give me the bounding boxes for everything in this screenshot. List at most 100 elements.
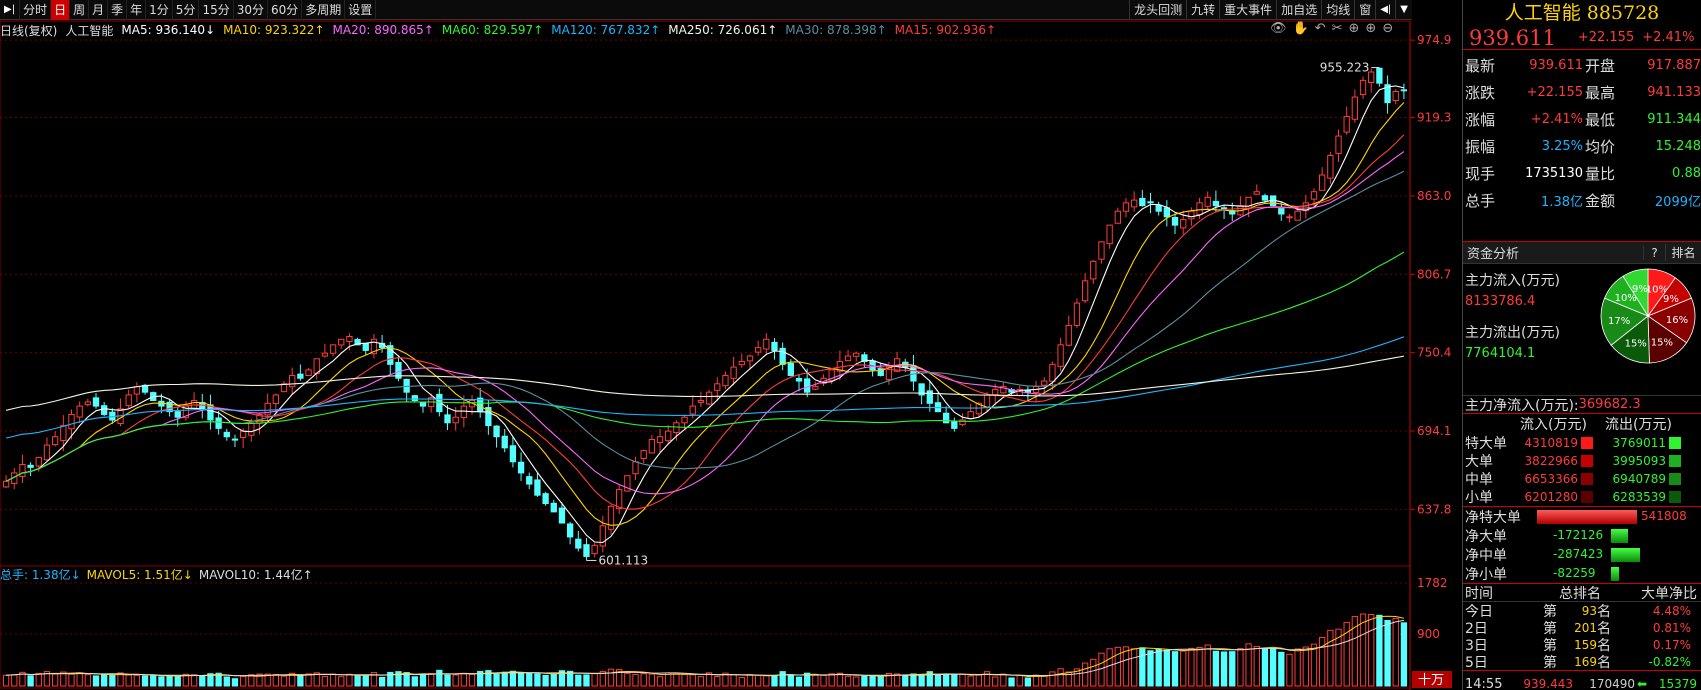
volume-bar (1041, 674, 1048, 687)
candle-body (1090, 260, 1097, 280)
candle-body (101, 405, 108, 415)
order-outflow: 3769011 (1612, 436, 1666, 450)
tick-price: 939.443 (1523, 677, 1573, 690)
price-pane-frame (0, 20, 1411, 567)
volume-bar (338, 676, 345, 687)
main-net-inflow: 主力净流入(万元): 369682.3 (1463, 396, 1701, 414)
volume-bar (125, 674, 132, 687)
quote-panel: 人工智能 885728 939.611 +22.155 +2.41% 最新 939… (1462, 0, 1701, 690)
candle-body (1155, 204, 1162, 212)
rank-value: 201 (1574, 620, 1597, 635)
order-name: 特大单 (1465, 436, 1507, 452)
kline-chart[interactable]: 974.9 919.3 863.0 806.7 750.4 694.1 637.8 1782 9… (0, 0, 1462, 690)
rank-value: 159 (1574, 637, 1597, 652)
volume-bar (902, 674, 909, 687)
volume-bar (1057, 668, 1064, 687)
net-value: 541808 (1641, 509, 1687, 523)
candle-body (550, 502, 557, 513)
volume-bar (239, 675, 247, 687)
rank-table-head: 时间 总排名 大单净比 (1463, 584, 1701, 602)
candle-body (1114, 210, 1121, 224)
candle-body (566, 523, 574, 538)
net-row: 净中单 -287423 (1463, 545, 1701, 564)
pie-slice-label: 16% (1666, 315, 1688, 326)
net-value: -172126 (1553, 528, 1604, 542)
volume-bar (697, 676, 705, 687)
inflow-swatch (1581, 437, 1593, 449)
volume-bar (1196, 646, 1203, 687)
volume-bar (861, 675, 868, 687)
candle-body (133, 386, 141, 395)
inflow-swatch (1581, 491, 1593, 503)
quote-label: 总手 (1465, 192, 1496, 210)
volume-bar (771, 675, 778, 687)
volume-bar (436, 669, 443, 687)
rank-row: 5日 第 169 名 -0.82% (1463, 653, 1701, 671)
candle-body (1392, 91, 1399, 101)
candle-body (853, 352, 860, 357)
price-tick-label: 750.4 (1417, 346, 1451, 360)
fund-analysis-header: 资金分析 ? 排名 (1463, 242, 1701, 264)
inflow-swatch (1581, 473, 1593, 485)
main-inflow-label: 主力流入(万元) (1465, 273, 1560, 289)
rank-button[interactable]: 排名 (1665, 244, 1701, 261)
candle-body (1220, 207, 1228, 210)
tick-arrow-icon: ⬅ (1636, 677, 1648, 690)
volume-bar (1171, 651, 1179, 687)
candle-body (795, 377, 803, 382)
candle-body (1180, 219, 1187, 229)
main-outflow-value: 7764104.1 (1465, 346, 1536, 361)
volume-bar (199, 675, 206, 687)
volume-unit-label: 十万 (1418, 673, 1444, 688)
volume-bar (1188, 647, 1195, 687)
quote-value: 941.133 (1647, 85, 1701, 100)
volume-bar (1139, 647, 1146, 687)
net-value: -287423 (1553, 547, 1604, 561)
candle-body (1359, 79, 1367, 96)
candle-body (1073, 302, 1081, 326)
candle-body (60, 425, 67, 441)
candle-body (1122, 202, 1130, 212)
ma-line-ma250 (5, 355, 1404, 411)
price-tick-label: 637.8 (1417, 502, 1451, 516)
volume-bar (1016, 675, 1023, 687)
volume-bar (223, 676, 230, 687)
volume-bar (763, 675, 770, 687)
candle-body (43, 444, 51, 461)
ma-line-ma20 (5, 151, 1405, 495)
volume-legend: 总手: 1.38亿↓ MAVOL5: 1.51亿↓ MAVOL10: 1.44亿↑ (0, 566, 319, 582)
outflow-col-head: 流出(万元) (1605, 417, 1672, 433)
candle-body (951, 421, 958, 429)
high-annotation: 955.223 (1320, 61, 1370, 75)
candle-body (722, 374, 729, 387)
help-button[interactable]: ? (1643, 245, 1665, 260)
quote-value: 15.248 (1655, 139, 1701, 154)
volume-bar (714, 676, 721, 687)
candle-body (763, 338, 770, 350)
rank-table: 时间 总排名 大单净比 今日第 93 名 4.48% 2日第 201 名 0.81% 3日第 15… (1463, 584, 1701, 671)
rank-ratio: 4.48% (1652, 603, 1691, 618)
volume-bar (575, 674, 582, 687)
volume-bar (624, 673, 631, 687)
candle-body (239, 430, 247, 439)
candle-body (35, 457, 42, 467)
net-row: 净大单 -172126 (1463, 526, 1701, 545)
quote-label: 振幅 (1465, 138, 1496, 156)
volume-bar (84, 674, 91, 687)
quote-value: 939.611 (1529, 58, 1583, 73)
volume-bar (133, 674, 141, 687)
quote-value: 917.887 (1647, 58, 1701, 73)
order-inflow: 4310819 (1524, 436, 1578, 450)
volume-bar (844, 675, 852, 687)
volume-bar (853, 676, 860, 687)
quote-label: 最新 (1465, 57, 1496, 75)
volume-bar (517, 672, 525, 687)
volume-bar (158, 676, 165, 687)
flow-pie-chart: 10%9%16%15%15%17%10%9% (1600, 268, 1696, 364)
candle-body (501, 435, 508, 449)
tick-count: 15379 (1658, 677, 1697, 690)
order-row: 特大单 4310819 3769011 (1463, 434, 1701, 452)
candle-body (460, 405, 468, 419)
price-tick-label: 694.1 (1417, 424, 1451, 438)
volume-bar (174, 676, 181, 687)
